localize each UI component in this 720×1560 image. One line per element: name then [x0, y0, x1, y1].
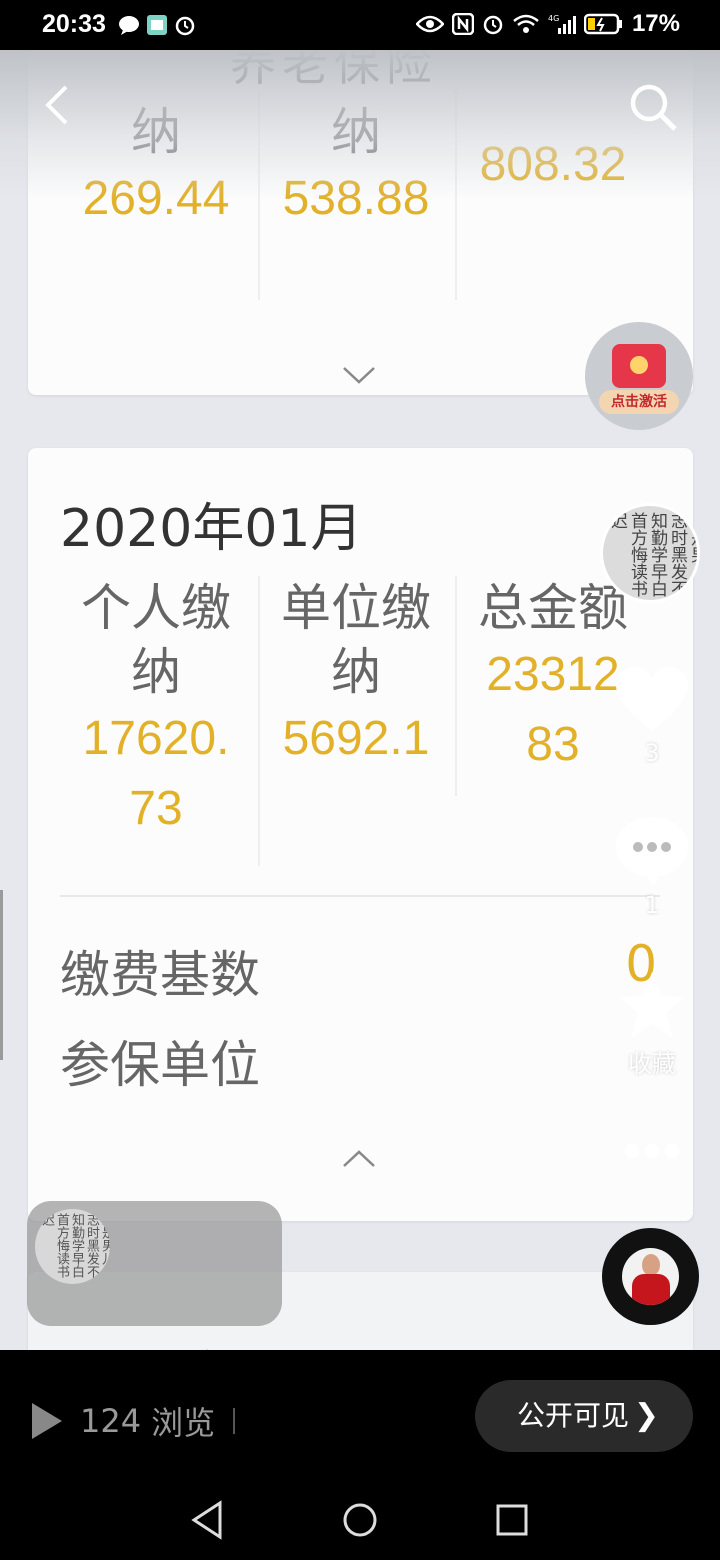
- user-info-chip[interactable]: 灯火五更鸡正是男儿立志时黑发不知勤学早白首方悔读书迟: [27, 1201, 282, 1326]
- personal-value: 269.44: [82, 172, 230, 225]
- more-options-button[interactable]: [610, 1143, 694, 1162]
- company-value: 5692.1: [282, 712, 430, 765]
- total-value: 808.32: [479, 138, 627, 191]
- play-icon: [32, 1403, 62, 1439]
- search-icon[interactable]: [628, 82, 678, 132]
- comment-bubble-icon: [616, 817, 688, 887]
- company-column: 纳 538.88: [258, 100, 454, 234]
- comment-count: 1: [644, 891, 660, 919]
- calendar-app-icon: [147, 15, 167, 35]
- music-disc[interactable]: [602, 1228, 699, 1325]
- personal-header-line2: 纳: [131, 643, 181, 701]
- chevron-up-icon[interactable]: [342, 1148, 376, 1168]
- personal-value-line1: 17620.: [82, 712, 230, 765]
- eye-icon: [415, 15, 444, 33]
- like-button[interactable]: 3: [610, 665, 694, 767]
- nav-recents-icon[interactable]: [496, 1500, 528, 1540]
- visibility-label: 公开可见: [517, 1399, 630, 1432]
- music-cover-avatar: [622, 1248, 679, 1305]
- system-nav-bar: [0, 1480, 720, 1560]
- wifi-icon: [513, 14, 539, 33]
- alarm-off-icon: [483, 15, 503, 35]
- activate-red-packet-button[interactable]: 点击激活: [585, 322, 693, 430]
- status-notification-icons: [118, 14, 196, 36]
- author-avatar[interactable]: 灯火五更鸡正是男儿立志时黑发不知勤学早白首方悔读书迟: [600, 503, 700, 603]
- svg-text:4G: 4G: [548, 14, 559, 23]
- personal-column: 个人缴 纳 17620. 73: [56, 576, 256, 844]
- personal-header-line1: 个人缴: [81, 579, 231, 637]
- personal-value-line2: 73: [129, 782, 183, 835]
- views-counter: 124 浏览: [32, 1398, 236, 1444]
- visibility-button[interactable]: 公开可见 ❯: [475, 1380, 693, 1452]
- alarm-icon: [175, 16, 195, 36]
- personal-column: 纳 269.44: [56, 100, 256, 234]
- activate-label: 点击激活: [599, 390, 679, 414]
- company-header-tail: 纳: [331, 103, 381, 161]
- like-count: 3: [644, 739, 660, 767]
- month-title: 2020年01月: [60, 499, 363, 559]
- status-system-icons: 4G 17%: [415, 10, 680, 38]
- insured-unit-label: 参保单位: [60, 1036, 260, 1094]
- nav-back-icon[interactable]: [190, 1500, 224, 1540]
- personal-header-tail: 纳: [131, 103, 181, 161]
- calligraphy-avatar-text: 灯火五更鸡正是男儿立志时黑发不知勤学早白首方悔读书迟: [39, 1213, 110, 1278]
- month-title: 2019年12月: [60, 1334, 363, 1350]
- favorite-button[interactable]: 收藏: [610, 970, 694, 1079]
- nfc-icon: [451, 13, 474, 35]
- star-icon: [618, 972, 686, 1038]
- chevron-down-icon[interactable]: [342, 366, 376, 386]
- video-content[interactable]: 养老保险 纳 269.44 纳 538.88 808.32 2020年01月 个…: [0, 50, 720, 1350]
- favorite-label: 收藏: [628, 1050, 676, 1078]
- total-column: 808.32: [455, 130, 651, 200]
- chevron-right-icon: ❯: [633, 1398, 659, 1433]
- heart-icon: [616, 667, 688, 731]
- payment-card-2020-01: 2020年01月 个人缴 纳 17620. 73 单位缴 纳 5692.1 总金…: [28, 448, 693, 1221]
- nav-home-icon[interactable]: [342, 1500, 378, 1540]
- back-arrow-icon[interactable]: [42, 84, 72, 126]
- company-column: 单位缴 纳 5692.1: [258, 576, 454, 774]
- battery-icon: [583, 13, 622, 35]
- company-value: 538.88: [282, 172, 430, 225]
- status-bar: 20:33 4G 17%: [0, 0, 720, 50]
- page-heading: 养老保险: [230, 50, 438, 91]
- views-label: 浏览: [151, 1404, 216, 1442]
- battery-percent: 17%: [631, 10, 680, 37]
- contribution-base-label: 缴费基数: [60, 946, 260, 1004]
- chat-bubble-icon: [119, 16, 139, 35]
- comment-button[interactable]: 1: [610, 815, 694, 919]
- company-header-line1: 单位缴: [281, 579, 431, 637]
- red-envelope-icon: [612, 344, 666, 388]
- bottom-info-bar: 124 浏览 公开可见 ❯: [0, 1350, 720, 1480]
- payment-card-previous: 纳 269.44 纳 538.88 808.32: [28, 50, 693, 395]
- views-count: 124: [80, 1402, 142, 1440]
- user-avatar[interactable]: 灯火五更鸡正是男儿立志时黑发不知勤学早白首方悔读书迟: [35, 1209, 110, 1284]
- company-header-line2: 纳: [331, 643, 381, 701]
- status-time: 20:33: [42, 10, 106, 38]
- calligraphy-avatar-text: 灯火五更鸡正是男儿立志时黑发不知勤学早白首方悔读书迟: [607, 512, 700, 597]
- cellular-signal-icon: 4G: [548, 14, 576, 34]
